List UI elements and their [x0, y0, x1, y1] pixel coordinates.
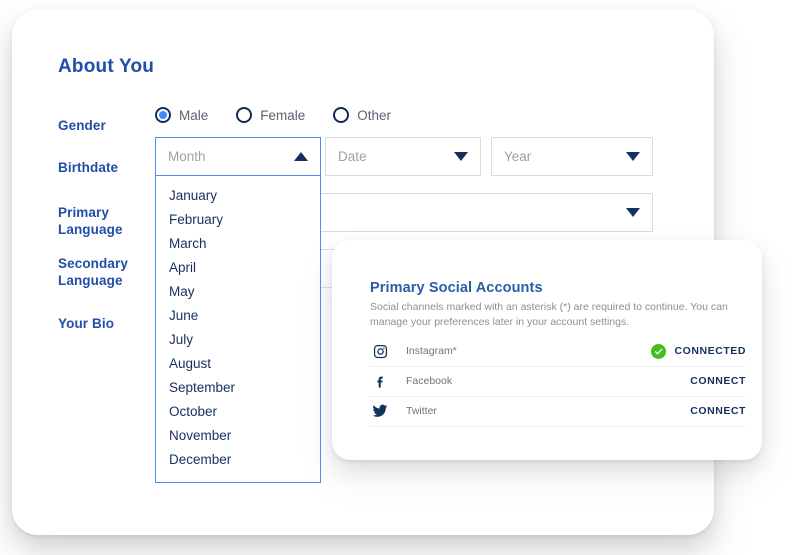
screenshot-root: About You Gender Birthdate Primary Langu…: [0, 0, 800, 555]
date-select[interactable]: Date: [325, 137, 481, 176]
radio-male-icon[interactable]: [155, 107, 171, 123]
month-select-value: Month: [168, 149, 206, 164]
month-select[interactable]: Month: [155, 137, 321, 176]
social-name-twitter: Twitter: [406, 405, 437, 417]
social-status-instagram[interactable]: CONNECTED: [650, 343, 746, 359]
label-secondary-language-line2: Language: [58, 273, 123, 288]
primary-social-accounts-card: Primary Social Accounts Social channels …: [332, 240, 762, 460]
gender-radio-group: Male Female Other: [155, 105, 391, 125]
month-option[interactable]: November: [156, 424, 320, 448]
month-option[interactable]: December: [156, 448, 320, 472]
radio-male-label: Male: [179, 107, 209, 123]
social-row-twitter[interactable]: Twitter CONNECT: [370, 396, 746, 427]
label-primary-language-line1: Primary: [58, 205, 109, 220]
social-card-title: Primary Social Accounts: [370, 280, 543, 296]
caret-down-icon[interactable]: [454, 152, 468, 161]
month-option[interactable]: April: [156, 256, 320, 280]
month-option[interactable]: June: [156, 304, 320, 328]
social-name-instagram: Instagram*: [406, 345, 457, 357]
social-connect-button-twitter[interactable]: CONNECT: [690, 405, 746, 417]
social-row-instagram[interactable]: Instagram* CONNECTED: [370, 336, 746, 367]
social-connect-button-facebook[interactable]: CONNECT: [690, 375, 746, 387]
page-title: About You: [58, 56, 155, 77]
month-option[interactable]: May: [156, 280, 320, 304]
radio-female-label: Female: [260, 107, 306, 123]
label-primary-language-line2: Language: [58, 222, 123, 237]
facebook-icon: [370, 374, 390, 389]
social-row-facebook[interactable]: Facebook CONNECT: [370, 366, 746, 397]
caret-down-icon[interactable]: [626, 152, 640, 161]
month-option[interactable]: July: [156, 328, 320, 352]
month-option[interactable]: January: [156, 184, 320, 208]
social-card-description: Social channels marked with an asterisk …: [370, 301, 728, 328]
social-status-label-instagram: CONNECTED: [674, 345, 746, 357]
social-status-label-facebook: CONNECT: [690, 375, 746, 387]
social-name-facebook: Facebook: [406, 375, 453, 387]
label-secondary-language-line1: Secondary: [58, 256, 128, 271]
month-dropdown-menu[interactable]: January February March April May June Ju…: [155, 176, 321, 483]
radio-option-female[interactable]: Female: [236, 105, 305, 125]
label-gender: Gender: [58, 118, 106, 133]
caret-down-icon[interactable]: [626, 208, 640, 217]
radio-other-label: Other: [357, 107, 392, 123]
month-option[interactable]: March: [156, 232, 320, 256]
instagram-icon: [370, 344, 390, 359]
month-option[interactable]: September: [156, 376, 320, 400]
radio-female-icon[interactable]: [236, 107, 253, 123]
year-select[interactable]: Year: [491, 137, 653, 176]
month-option[interactable]: February: [156, 208, 320, 232]
radio-option-other[interactable]: Other: [333, 105, 391, 125]
caret-up-icon[interactable]: [294, 152, 308, 161]
date-select-value: Date: [338, 149, 367, 164]
social-status-label-twitter: CONNECT: [690, 405, 746, 417]
radio-other-icon[interactable]: [333, 107, 350, 123]
label-birthdate: Birthdate: [58, 160, 119, 175]
label-your-bio: Your Bio: [58, 316, 115, 331]
month-option[interactable]: October: [156, 400, 320, 424]
month-option[interactable]: August: [156, 352, 320, 376]
check-circle-icon: [650, 343, 666, 359]
radio-male-dot-icon: [159, 111, 167, 119]
twitter-icon: [370, 403, 390, 419]
year-select-value: Year: [504, 149, 532, 164]
radio-option-male[interactable]: Male: [155, 105, 208, 125]
